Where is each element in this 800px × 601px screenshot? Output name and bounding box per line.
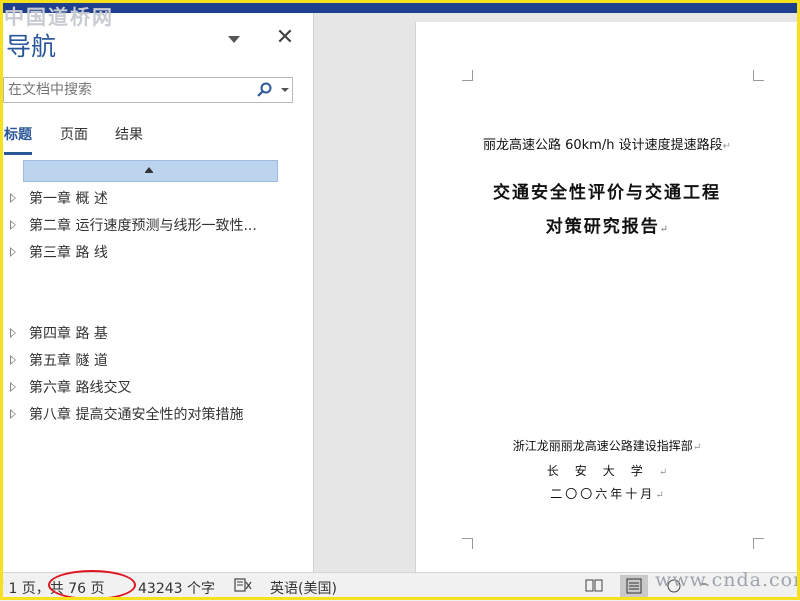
paragraph-mark: ↵ [659,224,669,235]
search-input[interactable] [6,81,250,99]
language-status[interactable]: 英语(美国) [270,578,337,598]
search-options-caret-icon[interactable] [281,88,289,92]
report-title-line-2: 对策研究报告↵ [416,212,798,237]
highlight-annotation-ellipse [48,570,136,600]
tab-pages[interactable]: 页面 [60,126,88,152]
document-area[interactable]: 丽龙高速公路 60km/h 设计速度提速路段↵ 交通安全性评价与交通工程 对策研… [314,13,798,582]
search-box[interactable] [3,77,293,103]
watermark-top: 中国道桥网 [4,5,114,29]
expand-arrow-icon[interactable] [10,355,16,365]
heading-label: 第五章 隧 道 [29,353,108,369]
tab-results[interactable]: 结果 [115,126,143,152]
expand-arrow-icon[interactable] [10,382,16,392]
crop-mark-top-right [753,70,764,81]
date-line: 二〇〇六年十月↵ [416,485,798,502]
navigation-title: 导航 [6,32,57,61]
document-page[interactable]: 丽龙高速公路 60km/h 设计速度提速路段↵ 交通安全性评价与交通工程 对策研… [415,22,798,582]
word-count-status[interactable]: 43243 个字 [138,578,215,598]
watermark-bottom: www.cnda.com [655,569,800,591]
heading-label: 第八章 提高交通安全性的对策措施 [29,407,244,423]
collapse-up-icon [145,167,153,173]
expand-arrow-icon[interactable] [10,220,16,230]
crop-mark-bottom-right [753,538,764,549]
heading-label: 第二章 运行速度预测与线形一致性... [29,218,257,234]
heading-label: 第四章 路 基 [29,326,108,342]
paragraph-mark: ↵ [722,141,731,152]
university-line: 长安大学↵ [416,462,798,479]
paragraph-mark: ↵ [655,490,664,501]
tab-headings[interactable]: 标题 [4,126,32,155]
project-subtitle-text: 丽龙高速公路 60km/h 设计速度提速路段 [482,138,723,153]
heading-label: 第一章 概 述 [29,191,108,207]
paragraph-mark: ↵ [658,467,668,478]
expand-arrow-icon[interactable] [10,409,16,419]
organization-line: 浙江龙丽丽龙高速公路建设指挥部↵ [416,437,798,454]
expand-arrow-icon[interactable] [10,328,16,338]
heading-label: 第六章 路线交叉 [29,380,132,396]
date-text: 二〇〇六年十月 [550,487,656,501]
proofing-icon[interactable] [234,577,252,593]
paragraph-mark: ↵ [692,442,702,453]
collapse-headings-bar[interactable] [23,160,278,182]
organization-text: 浙江龙丽丽龙高速公路建设指挥部 [512,439,693,453]
report-title-line-1: 交通安全性评价与交通工程 [416,178,798,203]
expand-arrow-icon[interactable] [10,247,16,257]
print-layout-icon [626,578,642,594]
nav-tabs: 标题 页面 结果 [0,126,300,156]
top-title-strip [0,3,800,13]
report-title-text-1: 交通安全性评价与交通工程 [493,183,721,203]
crop-mark-bottom-left [462,538,473,549]
university-text: 长安大学 [546,464,659,478]
heading-label: 第三章 路 线 [29,245,108,261]
close-icon[interactable]: ✕ [275,25,295,50]
project-subtitle: 丽龙高速公路 60km/h 设计速度提速路段↵ [416,134,798,153]
crop-mark-top-left [462,70,473,81]
expand-arrow-icon[interactable] [10,193,16,203]
navigation-pane: 导航 ✕ 标题 页面 结果 第一章 概 述 第二章 运行速度预测与线形一致性..… [0,13,314,572]
search-icon[interactable] [256,81,274,99]
read-mode-icon[interactable] [580,575,608,597]
pane-options-dropdown-icon[interactable] [228,36,240,43]
report-title-text-2: 对策研究报告 [545,217,660,237]
print-layout-button[interactable] [620,575,648,597]
